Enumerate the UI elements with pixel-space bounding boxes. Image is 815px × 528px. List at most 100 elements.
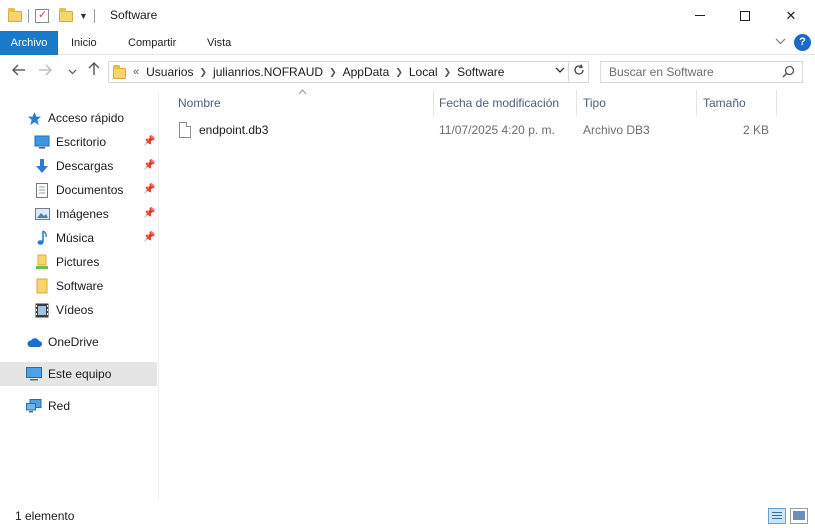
window-title: Software <box>110 8 158 22</box>
folder-icon <box>34 278 50 294</box>
pin-icon[interactable]: 📌 <box>143 232 155 243</box>
navigation-bar: « Usuarios ❯ julianrios.NOFRAUD ❯ AppDat… <box>0 56 815 88</box>
sidebar-item-label: Pictures <box>56 255 100 269</box>
computer-icon <box>26 366 42 382</box>
item-count: 1 elemento <box>15 509 75 523</box>
large-icons-view-icon <box>793 511 805 520</box>
sidebar-item-label: Escritorio <box>56 135 107 149</box>
column-header-nombre[interactable]: Nombre <box>172 90 434 116</box>
sidebar-item-pictures[interactable]: Pictures <box>0 250 157 274</box>
new-folder-icon[interactable] <box>59 7 73 22</box>
video-icon <box>34 302 50 318</box>
folder-icon <box>113 65 126 79</box>
breadcrumb-item[interactable]: Usuarios <box>146 65 193 79</box>
network-icon <box>26 398 42 414</box>
sidebar-item-label: Música <box>56 231 95 245</box>
download-icon <box>34 158 50 174</box>
breadcrumb-overflow-icon[interactable]: « <box>133 66 139 78</box>
refresh-button[interactable] <box>569 61 589 83</box>
tab-inicio[interactable]: Inicio <box>60 31 108 55</box>
document-icon <box>34 182 50 198</box>
details-view-button[interactable] <box>768 508 786 524</box>
pin-icon[interactable]: 📌 <box>143 160 155 171</box>
sidebar-item-label: Este equipo <box>48 367 112 381</box>
search-icon <box>782 65 795 78</box>
forward-button[interactable] <box>36 62 54 82</box>
sidebar-item-quick-access[interactable]: Acceso rápido <box>0 106 157 130</box>
breadcrumb-chevron-icon[interactable]: ❯ <box>329 67 337 78</box>
pin-icon[interactable]: 📌 <box>143 208 155 219</box>
file-size: 2 KB <box>742 123 769 137</box>
maximize-button[interactable] <box>722 0 768 31</box>
details-view-icon <box>772 512 782 513</box>
toolbar-divider <box>93 9 95 23</box>
cloud-icon <box>26 334 42 350</box>
column-header-tamano[interactable]: Tamaño <box>697 90 777 116</box>
back-button[interactable] <box>10 62 28 82</box>
column-divider[interactable] <box>776 90 777 116</box>
sidebar-item-musica[interactable]: Música 📌 <box>0 226 157 250</box>
breadcrumb-chevron-icon[interactable]: ❯ <box>199 67 207 78</box>
tab-archivo[interactable]: Archivo <box>0 31 58 55</box>
expand-ribbon-icon[interactable] <box>775 36 786 48</box>
large-icons-view-button[interactable] <box>790 508 808 524</box>
music-icon <box>34 230 50 246</box>
folder-icon <box>8 7 22 22</box>
maximize-icon <box>740 10 750 21</box>
breadcrumb-item[interactable]: Software <box>457 65 504 79</box>
close-icon: ✕ <box>785 7 797 23</box>
ribbon-tabs: Archivo Inicio Compartir Vista ? <box>0 31 815 55</box>
customize-toolbar-icon[interactable]: ▼ <box>79 11 88 21</box>
sidebar-item-escritorio[interactable]: Escritorio 📌 <box>0 130 157 154</box>
sidebar-item-videos[interactable]: Vídeos <box>0 298 157 322</box>
status-bar: 1 elemento <box>0 504 815 528</box>
sidebar-item-label: Acceso rápido <box>48 111 125 125</box>
breadcrumb-item[interactable]: AppData <box>343 65 390 79</box>
properties-icon[interactable] <box>35 8 49 23</box>
pictures-folder-icon <box>34 254 50 270</box>
file-list: Nombre Fecha de modificación Tipo Tamaño… <box>160 88 815 500</box>
breadcrumb-chevron-icon[interactable]: ❯ <box>395 67 403 78</box>
file-type: Archivo DB3 <box>583 123 650 137</box>
sidebar-item-este-equipo[interactable]: Este equipo <box>0 362 157 386</box>
sidebar-item-red[interactable]: Red <box>0 394 157 418</box>
address-history-icon[interactable] <box>555 65 565 76</box>
tab-compartir[interactable]: Compartir <box>117 31 187 55</box>
sidebar-item-software[interactable]: Software <box>0 274 157 298</box>
pin-icon[interactable]: 📌 <box>143 184 155 195</box>
sidebar-item-descargas[interactable]: Descargas 📌 <box>0 154 157 178</box>
tab-vista[interactable]: Vista <box>196 31 242 55</box>
sidebar-item-documentos[interactable]: Documentos 📌 <box>0 178 157 202</box>
breadcrumb-item[interactable]: Local <box>409 65 438 79</box>
search-box[interactable] <box>600 61 803 83</box>
breadcrumb-item[interactable]: julianrios.NOFRAUD <box>213 65 323 79</box>
details-view-icon <box>772 515 782 516</box>
star-icon <box>26 110 42 126</box>
title-bar: ▼ Software ✕ <box>0 0 815 31</box>
sidebar-item-label: Documentos <box>56 183 124 197</box>
sidebar-item-label: Vídeos <box>56 303 94 317</box>
up-button[interactable] <box>85 62 103 82</box>
pane-divider[interactable] <box>158 92 159 500</box>
help-icon[interactable]: ? <box>794 34 811 51</box>
pin-icon[interactable]: 📌 <box>143 136 155 147</box>
recent-locations-icon[interactable] <box>63 62 81 82</box>
search-input[interactable] <box>601 62 771 82</box>
toolbar-divider <box>28 9 29 23</box>
close-button[interactable]: ✕ <box>768 0 814 31</box>
minimize-button[interactable] <box>677 0 723 31</box>
column-header-fecha[interactable]: Fecha de modificación <box>433 90 577 116</box>
address-bar[interactable]: « Usuarios ❯ julianrios.NOFRAUD ❯ AppDat… <box>108 61 569 83</box>
sidebar-item-label: Red <box>48 399 71 413</box>
sidebar-item-imagenes[interactable]: Imágenes 📌 <box>0 202 157 226</box>
desktop-icon <box>34 134 50 150</box>
table-row[interactable]: endpoint.db3 11/07/2025 4:20 p. m. Archi… <box>172 118 772 142</box>
details-view-icon <box>772 518 782 519</box>
column-header-tipo[interactable]: Tipo <box>577 90 696 116</box>
breadcrumb-chevron-icon[interactable]: ❯ <box>444 67 452 78</box>
sidebar-item-onedrive[interactable]: OneDrive <box>0 330 157 354</box>
file-name: endpoint.db3 <box>199 123 269 137</box>
sidebar-item-label: Software <box>56 279 104 293</box>
sidebar-item-label: Imágenes <box>56 207 109 221</box>
minimize-icon <box>695 15 705 16</box>
